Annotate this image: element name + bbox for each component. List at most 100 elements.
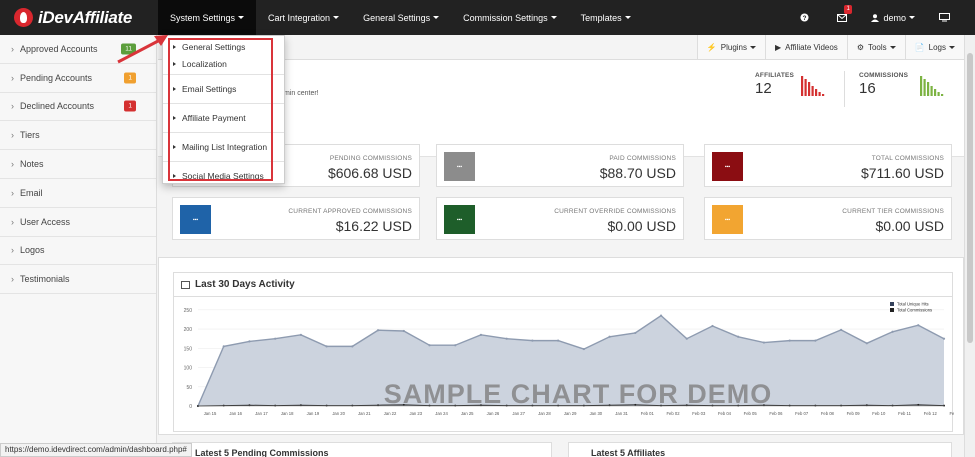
gear-icon: ⚙ (856, 42, 864, 52)
sidebar-item-label: User Access (20, 216, 71, 227)
plugins-button[interactable]: ⚡ Plugins (696, 35, 766, 59)
commissions-stat: COMMISSIONS 16 (859, 72, 908, 97)
play-icon: ▶ (775, 42, 782, 52)
data-point (582, 347, 585, 351)
nav-general-settings[interactable]: General Settings (351, 0, 451, 35)
data-point (737, 335, 740, 338)
data-point (917, 324, 920, 327)
sidebar-item-pending-accounts[interactable]: › Pending Accounts 1 (0, 64, 156, 93)
chart-title: Last 30 Days Activity (195, 279, 295, 290)
caret-down-icon (909, 16, 915, 19)
logo-text: iDevAffiliate (38, 7, 133, 27)
monitor-icon[interactable] (925, 0, 963, 35)
nav-system-settings[interactable]: System Settings (158, 0, 257, 35)
page-scrollbar[interactable] (964, 35, 975, 457)
logs-button[interactable]: 📄 Logs (904, 35, 964, 59)
welcome-text: min center! (284, 90, 319, 97)
data-point (557, 339, 560, 342)
nav-label: Templates (580, 12, 622, 23)
nav-label: General Settings (363, 12, 431, 23)
chevron-right-icon: › (11, 130, 14, 141)
tools-button[interactable]: ⚙ Tools (846, 35, 905, 59)
stat-card-label: PENDING COMMISSIONS (329, 155, 412, 162)
nav-commission-settings[interactable]: Commission Settings (451, 0, 569, 35)
stat-card-label: CURRENT OVERRIDE COMMISSIONS (554, 208, 676, 215)
x-tick-label: Feb 01 (641, 411, 655, 416)
svg-text:?: ? (803, 15, 807, 22)
data-point (608, 335, 611, 338)
sparkline-bar (941, 94, 944, 96)
sidebar-item-label: Email (20, 187, 43, 198)
data-point (402, 329, 405, 333)
app-logo[interactable]: iDevAffiliate (0, 0, 158, 35)
stat-card-value: $0.00 USD (607, 218, 676, 234)
user-menu[interactable]: demo (861, 0, 925, 35)
nav-templates[interactable]: Templates (569, 0, 643, 35)
sidebar-item-logos[interactable]: › Logos (0, 237, 156, 266)
commissions-stat-label: COMMISSIONS (859, 72, 909, 79)
data-point (634, 331, 637, 335)
nav-label: System Settings (170, 12, 236, 23)
chevron-right-icon: › (11, 72, 14, 83)
help-icon[interactable]: ? (785, 0, 823, 35)
chevron-right-icon: › (11, 216, 14, 227)
data-point (479, 333, 483, 336)
legend-swatch (890, 308, 894, 312)
data-point (685, 337, 688, 340)
x-tick-label: Feb 07 (795, 411, 809, 416)
chevron-right-icon: › (11, 274, 14, 285)
sidebar-item-tiers[interactable]: › Tiers (0, 121, 156, 151)
x-tick-label: Jan 26 (487, 411, 500, 416)
user-name: demo (883, 12, 906, 23)
data-point (865, 342, 868, 345)
caret-down-icon (550, 16, 557, 19)
legend-swatch (890, 302, 894, 306)
stat-card-value: $16.22 USD (335, 218, 412, 234)
count-badge: 1 (124, 100, 136, 112)
data-point (659, 314, 663, 317)
affiliate-videos-button[interactable]: ▶ Affiliate Videos (765, 35, 847, 59)
data-point (274, 404, 277, 407)
x-tick-label: Feb 04 (718, 411, 732, 416)
nav-cart-integration[interactable]: Cart Integration (256, 0, 351, 35)
scrollbar-thumb[interactable] (967, 53, 973, 343)
data-point (325, 345, 328, 348)
sidebar: Reports‹Affiliates12‹›Approved Accounts1… (0, 35, 964, 457)
caret-down-icon (750, 45, 757, 49)
chevron-right-icon: › (11, 245, 14, 256)
data-point (351, 404, 354, 407)
stat-card-value: $606.68 USD (327, 165, 412, 181)
y-tick-label: 50 (186, 385, 192, 391)
tools-label: Tools (867, 42, 887, 52)
latest-affiliates-panel: Latest 5 Affiliates (568, 442, 952, 457)
messages-button[interactable]: 1 (823, 0, 861, 35)
signal-icon: ▪▪▪ (444, 152, 475, 181)
data-point (942, 337, 946, 340)
data-point (325, 404, 328, 407)
sparkline-bar (937, 92, 940, 96)
sidebar-item-notes[interactable]: › Notes (0, 150, 156, 179)
sidebar-item-testimonials[interactable]: › Testimonials (0, 265, 156, 295)
stat-card: ▪▪▪ CURRENT OVERRIDE COMMISSIONS $0.00 USD (436, 197, 684, 240)
x-tick-label: Jan 28 (538, 411, 551, 416)
sidebar-item-label: Testimonials (20, 274, 70, 285)
stat-divider (844, 71, 845, 107)
x-tick-label: Jan 21 (358, 411, 371, 416)
x-tick-label: Feb 06 (769, 411, 783, 416)
y-tick-label: 200 (184, 327, 193, 333)
sparkline-bar (923, 79, 926, 96)
chevron-right-icon: › (11, 159, 14, 170)
sidebar-item-email[interactable]: › Email (0, 179, 156, 208)
x-tick-label: Feb 03 (692, 411, 706, 416)
top-navbar: iDevAffiliate System Settings Cart Integ… (0, 0, 975, 35)
data-point (917, 403, 920, 406)
sidebar-item-declined-accounts[interactable]: › Declined Accounts 1 (0, 93, 156, 122)
affiliates-stat-value: 12 (755, 80, 772, 97)
x-tick-label: Jan 16 (229, 411, 242, 416)
x-tick-label: Jan 25 (461, 411, 474, 416)
sidebar-item-user-access[interactable]: › User Access (0, 208, 156, 237)
stat-card-value: $0.00 USD (875, 218, 944, 234)
stat-card: ▪▪▪ TOTAL COMMISSIONS $711.60 USD (704, 144, 952, 187)
data-point (351, 345, 354, 348)
sidebar-item-label: Logos (20, 245, 45, 256)
